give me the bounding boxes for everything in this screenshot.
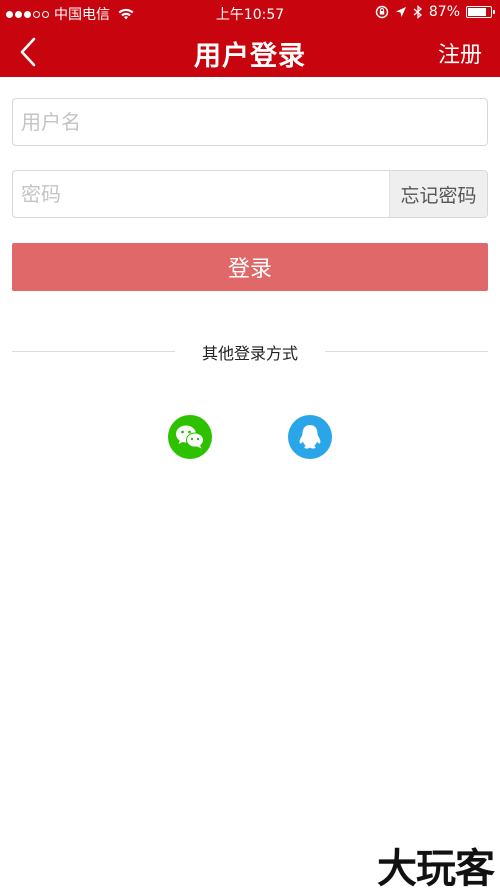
watermark-logo: 大玩客 <box>377 846 495 888</box>
status-right: 87% <box>375 4 495 20</box>
username-input[interactable] <box>13 99 487 145</box>
battery-icon <box>466 6 495 18</box>
app-header: 中国电信 上午10:57 87% 用户登录 注册 <box>0 0 500 77</box>
qq-icon <box>299 425 321 449</box>
status-bar: 中国电信 上午10:57 87% <box>0 0 500 26</box>
username-field <box>12 98 488 146</box>
wechat-login-button[interactable] <box>168 415 212 459</box>
password-field: 忘记密码 <box>12 170 488 218</box>
battery-level-fill <box>468 8 487 16</box>
page-title: 用户登录 <box>194 41 306 72</box>
qq-login-button[interactable] <box>288 415 332 459</box>
wechat-icon <box>176 425 204 449</box>
register-button[interactable]: 注册 <box>438 37 482 69</box>
location-arrow-icon <box>395 7 406 17</box>
battery-percent: 87% <box>428 4 460 20</box>
password-input[interactable] <box>13 171 389 217</box>
login-button[interactable]: 登录 <box>12 243 488 291</box>
nav-bar: 用户登录 注册 <box>0 26 500 77</box>
other-login-label: 其他登录方式 <box>201 344 298 363</box>
other-login-divider: 其他登录方式 <box>12 338 488 364</box>
divider-line-right <box>325 351 488 352</box>
forgot-password-button[interactable]: 忘记密码 <box>389 171 487 217</box>
orientation-lock-icon <box>375 5 389 19</box>
bluetooth-icon <box>413 5 422 19</box>
